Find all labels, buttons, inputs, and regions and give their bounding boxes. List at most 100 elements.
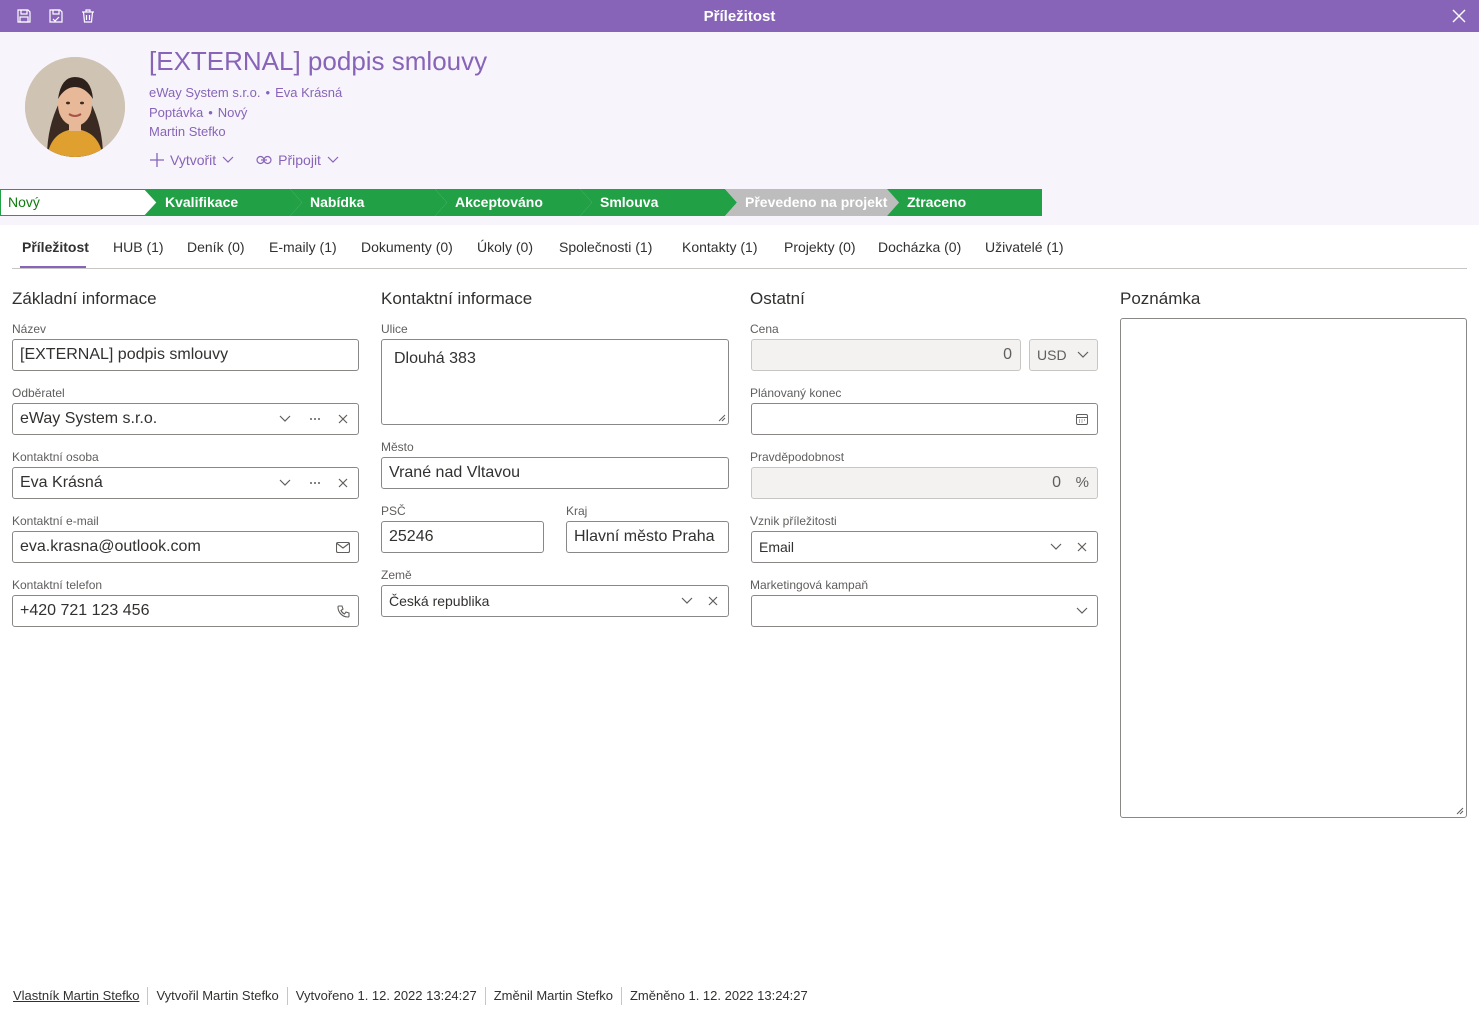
planned-end-field[interactable] [751, 403, 1098, 435]
tab-spolecnosti[interactable]: Společnosti (1) [559, 239, 652, 255]
stage-ztraceno[interactable]: Ztraceno [887, 189, 1042, 216]
stage-label: Převedeno na projekt [745, 194, 888, 210]
name-field[interactable]: [EXTERNAL] podpis smlouvy [12, 339, 359, 371]
stage-prevedeno[interactable]: Převedeno na projekt [725, 189, 900, 216]
header-company-link[interactable]: eWay System s.r.o. [149, 85, 261, 100]
stage-label: Nabídka [310, 194, 365, 210]
title-bar: Příležitost [0, 0, 1479, 32]
contact-person-label: Kontaktní osoba [12, 450, 99, 464]
zip-label: PSČ [381, 504, 406, 518]
stage-smlouva[interactable]: Smlouva [580, 189, 738, 216]
tab-emaily[interactable]: E-maily (1) [269, 239, 337, 255]
planned-end-label: Plánovaný konec [750, 386, 842, 400]
chevron-down-icon[interactable] [276, 404, 294, 434]
resize-handle-icon[interactable] [718, 414, 726, 422]
customer-value: eWay System s.r.o. [20, 410, 158, 427]
section-basic-title: Základní informace [12, 289, 157, 308]
header-company-line: eWay System s.r.o. • Eva Krásná [149, 85, 343, 100]
header-type-line: Poptávka • Nový [149, 105, 248, 120]
name-value: [EXTERNAL] podpis smlouvy [20, 346, 229, 363]
customer-field[interactable]: eWay System s.r.o. [12, 403, 359, 435]
tab-kontakty[interactable]: Kontakty (1) [682, 239, 757, 255]
section-note-title: Poznámka [1120, 289, 1201, 308]
tab-hub[interactable]: HUB (1) [113, 239, 164, 255]
more-icon[interactable] [306, 404, 324, 434]
chevron-down-icon [327, 156, 339, 163]
tab-projekty[interactable]: Projekty (0) [784, 239, 856, 255]
campaign-select[interactable] [751, 595, 1098, 627]
city-field[interactable]: Vrané nad Vltavou [381, 457, 729, 489]
chevron-down-icon[interactable] [678, 586, 696, 616]
clear-icon[interactable] [1073, 532, 1091, 562]
stage-kvalifikace[interactable]: Kvalifikace [145, 189, 303, 216]
envelope-icon[interactable] [334, 532, 352, 562]
chevron-down-icon[interactable] [1073, 596, 1091, 626]
contact-email-value: eva.krasna@outlook.com [20, 538, 201, 555]
tab-denik[interactable]: Deník (0) [187, 239, 245, 255]
origin-value: Email [759, 539, 795, 555]
stage-akceptovano[interactable]: Akceptováno [435, 189, 593, 216]
contact-email-label: Kontaktní e-mail [12, 514, 99, 528]
stage-label: Ztraceno [907, 194, 967, 210]
contact-phone-value: +420 721 123 456 [20, 602, 150, 619]
chevron-down-icon[interactable] [276, 468, 294, 498]
tab-uzivatele[interactable]: Uživatelé (1) [985, 239, 1064, 255]
region-value: Hlavní město Praha [574, 528, 715, 545]
chevron-down-icon[interactable] [1047, 532, 1065, 562]
more-icon[interactable] [306, 468, 324, 498]
avatar[interactable] [25, 57, 125, 157]
contact-email-field[interactable]: eva.krasna@outlook.com [12, 531, 359, 563]
calendar-icon[interactable] [1073, 404, 1091, 434]
clear-icon[interactable] [334, 404, 352, 434]
plus-icon [150, 153, 164, 167]
stage-nabidka[interactable]: Nabídka [290, 189, 448, 216]
header-owner[interactable]: Martin Stefko [149, 124, 226, 139]
currency-value: USD [1037, 347, 1067, 363]
country-select[interactable]: Česká republika [381, 585, 729, 617]
street-textarea[interactable]: Dlouhá 383 [381, 339, 729, 425]
chevron-down-icon [222, 156, 234, 163]
country-label: Země [381, 568, 412, 582]
probability-value: 0 [1052, 474, 1061, 491]
create-button[interactable]: Vytvořit [150, 152, 234, 168]
tab-ukoly[interactable]: Úkoly (0) [477, 239, 533, 255]
origin-label: Vznik příležitosti [750, 514, 837, 528]
clear-icon[interactable] [334, 468, 352, 498]
phone-icon[interactable] [334, 596, 352, 626]
city-value: Vrané nad Vltavou [389, 464, 521, 481]
resize-handle-icon[interactable] [1456, 807, 1464, 815]
customer-label: Odběratel [12, 386, 65, 400]
footer-changed-by: Změnil Martin Stefko [484, 987, 621, 1005]
street-label: Ulice [381, 322, 408, 336]
stage-label: Nový [8, 194, 40, 210]
section-contact-title: Kontaktní informace [381, 289, 533, 308]
street-value: Dlouhá 383 [394, 350, 476, 367]
country-value: Česká republika [389, 593, 490, 609]
probability-label: Pravděpodobnost [750, 450, 845, 464]
zip-value: 25246 [389, 528, 434, 545]
tab-dochazka[interactable]: Docházka (0) [878, 239, 961, 255]
price-field[interactable]: 0 [751, 339, 1021, 371]
note-textarea[interactable] [1120, 318, 1467, 818]
probability-field[interactable]: 0 % [751, 467, 1098, 499]
connect-button[interactable]: Připojit [256, 152, 339, 168]
contact-phone-field[interactable]: +420 721 123 456 [12, 595, 359, 627]
zip-field[interactable]: 25246 [381, 521, 544, 553]
region-field[interactable]: Hlavní město Praha [566, 521, 729, 553]
stage-novy[interactable]: Nový [0, 189, 158, 216]
tab-prilezitost[interactable]: Příležitost [22, 239, 89, 255]
campaign-label: Marketingová kampaň [750, 578, 869, 592]
close-icon[interactable] [1449, 6, 1469, 26]
active-tab-indicator [20, 266, 86, 268]
clear-icon[interactable] [704, 586, 722, 616]
currency-select[interactable]: USD [1029, 339, 1098, 371]
contact-person-field[interactable]: Eva Krásná [12, 467, 359, 499]
stage-label: Akceptováno [455, 194, 543, 210]
origin-select[interactable]: Email [751, 531, 1098, 563]
header-contact-link[interactable]: Eva Krásná [275, 85, 342, 100]
tab-dokumenty[interactable]: Dokumenty (0) [361, 239, 453, 255]
chevron-down-icon[interactable] [1075, 340, 1091, 370]
create-label: Vytvořit [170, 152, 217, 168]
footer-owner-link[interactable]: Vlastník Martin Stefko [13, 987, 147, 1005]
footer-created: Vytvořeno 1. 12. 2022 13:24:27 [286, 987, 485, 1005]
